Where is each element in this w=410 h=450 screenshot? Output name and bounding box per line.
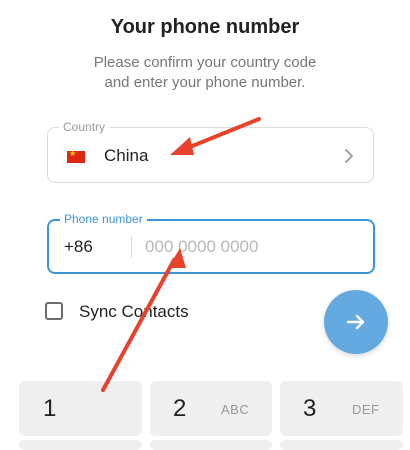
keypad-key-3[interactable]: 3 DEF (280, 381, 403, 436)
key-digit: 1 (43, 395, 57, 422)
country-name: China (104, 146, 149, 165)
phone-number-input[interactable] (145, 233, 355, 261)
phone-number-field[interactable]: Phone number +86 (47, 211, 375, 274)
country-field-label: Country (59, 119, 110, 135)
page-subtitle: Please confirm your country code and ent… (0, 53, 410, 93)
arrow-right-icon (346, 314, 365, 330)
key-digit: 3 (303, 395, 317, 422)
chevron-right-icon (345, 149, 353, 163)
keypad-key-1[interactable]: 1 (19, 381, 142, 436)
country-code[interactable]: +86 (64, 237, 93, 257)
page-title: Your phone number (110, 16, 300, 38)
phone-field-label: Phone number (60, 211, 147, 227)
country-selector[interactable]: Country China (47, 119, 374, 183)
subtitle-line-2: and enter your phone number. (104, 74, 306, 91)
subtitle-line-1: Please confirm your country code (93, 54, 317, 71)
keypad-key-2[interactable]: 2 ABC (150, 381, 272, 436)
next-button[interactable] (324, 290, 388, 354)
key-digit: 2 (173, 395, 187, 422)
key-letters: DEF (352, 402, 380, 417)
sync-contacts-label: Sync Contacts (79, 302, 189, 321)
keypad-key-6-partial[interactable] (280, 440, 403, 450)
keypad-key-5-partial[interactable] (150, 440, 272, 450)
sync-contacts-checkbox[interactable] (45, 302, 63, 320)
china-flag-icon (67, 149, 85, 163)
key-letters: ABC (221, 402, 250, 417)
field-divider (131, 236, 132, 258)
keypad-key-4-partial[interactable] (19, 440, 142, 450)
